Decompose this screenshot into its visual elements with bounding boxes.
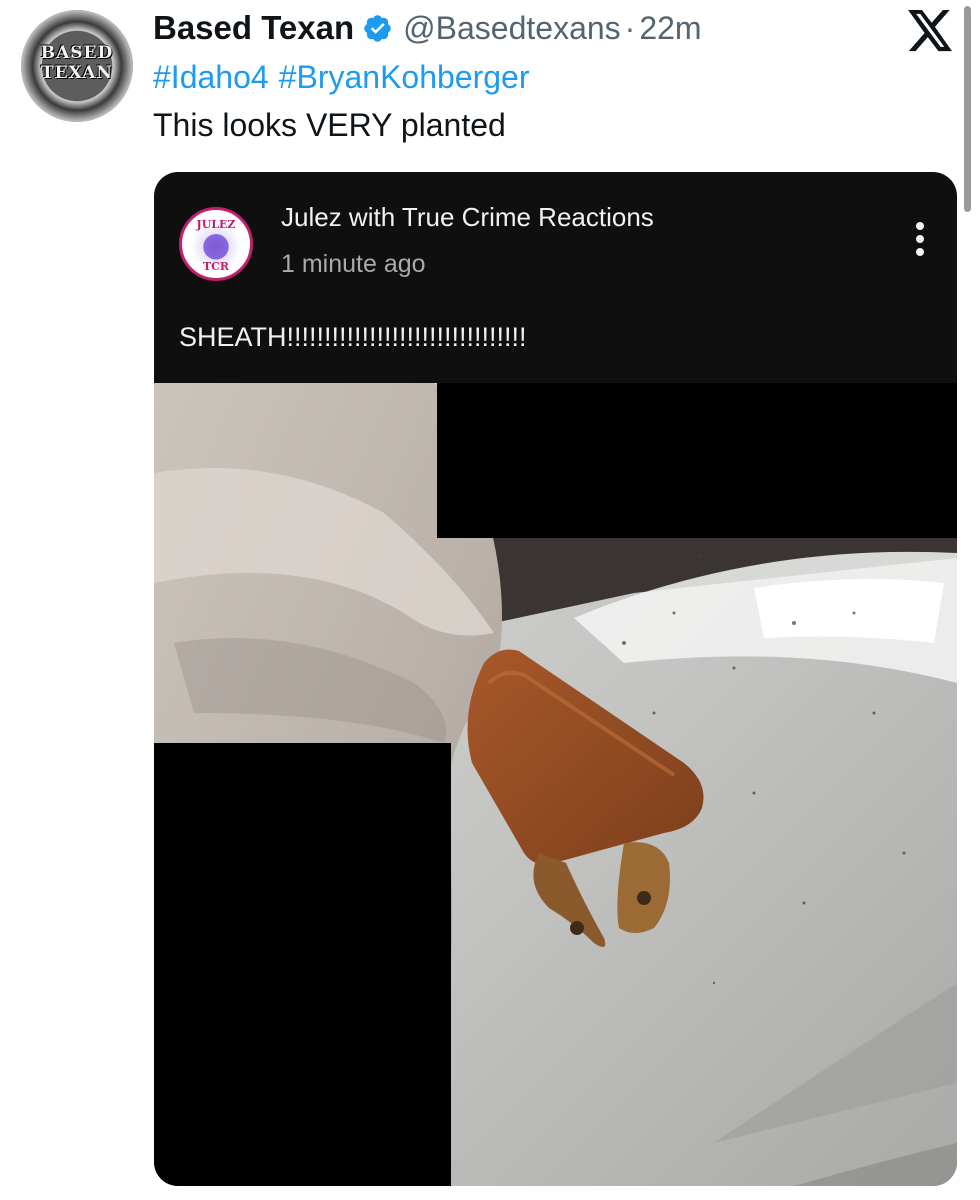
photo-illustration: [154, 383, 957, 1186]
author-avatar[interactable]: BASED TEXAN: [21, 10, 133, 122]
channel-avatar[interactable]: JULEZ TCR: [179, 207, 253, 281]
tweet-timestamp[interactable]: 22m: [639, 10, 701, 47]
channel-avatar-text-top: JULEZ: [196, 218, 236, 231]
author-display-name[interactable]: Based Texan: [153, 9, 354, 47]
redaction-block-bottom: [154, 743, 451, 1186]
author-handle[interactable]: @Basedtexans: [403, 10, 621, 47]
post-comment-text: SHEATH!!!!!!!!!!!!!!!!!!!!!!!!!!!!!!!!: [179, 322, 527, 352]
tweet-media-card[interactable]: JULEZ TCR Julez with True Crime Reaction…: [154, 172, 957, 1186]
hashtag-link[interactable]: #Idaho4: [153, 59, 269, 95]
redaction-block-top: [437, 383, 957, 538]
avatar-text-line1: BASED: [40, 43, 114, 63]
verified-badge-icon: [364, 14, 391, 42]
tweet-text: This looks VERY planted: [153, 107, 506, 143]
post-timestamp: 1 minute ago: [281, 250, 426, 278]
scrollbar[interactable]: [964, 6, 971, 212]
channel-avatar-text-bottom: TCR: [202, 260, 230, 273]
tweet-header: Based Texan @Basedtexans · 22m: [153, 8, 702, 48]
separator-dot: ·: [624, 9, 636, 46]
hashtag-line: #Idaho4 #BryanKohberger: [153, 59, 540, 96]
x-logo-icon: [908, 10, 952, 52]
more-vertical-icon[interactable]: [912, 222, 928, 262]
post-photo[interactable]: [154, 383, 957, 1186]
hashtag-link[interactable]: #BryanKohberger: [279, 59, 530, 95]
avatar-text-line2: TEXAN: [41, 63, 113, 83]
channel-name[interactable]: Julez with True Crime Reactions: [281, 202, 654, 233]
